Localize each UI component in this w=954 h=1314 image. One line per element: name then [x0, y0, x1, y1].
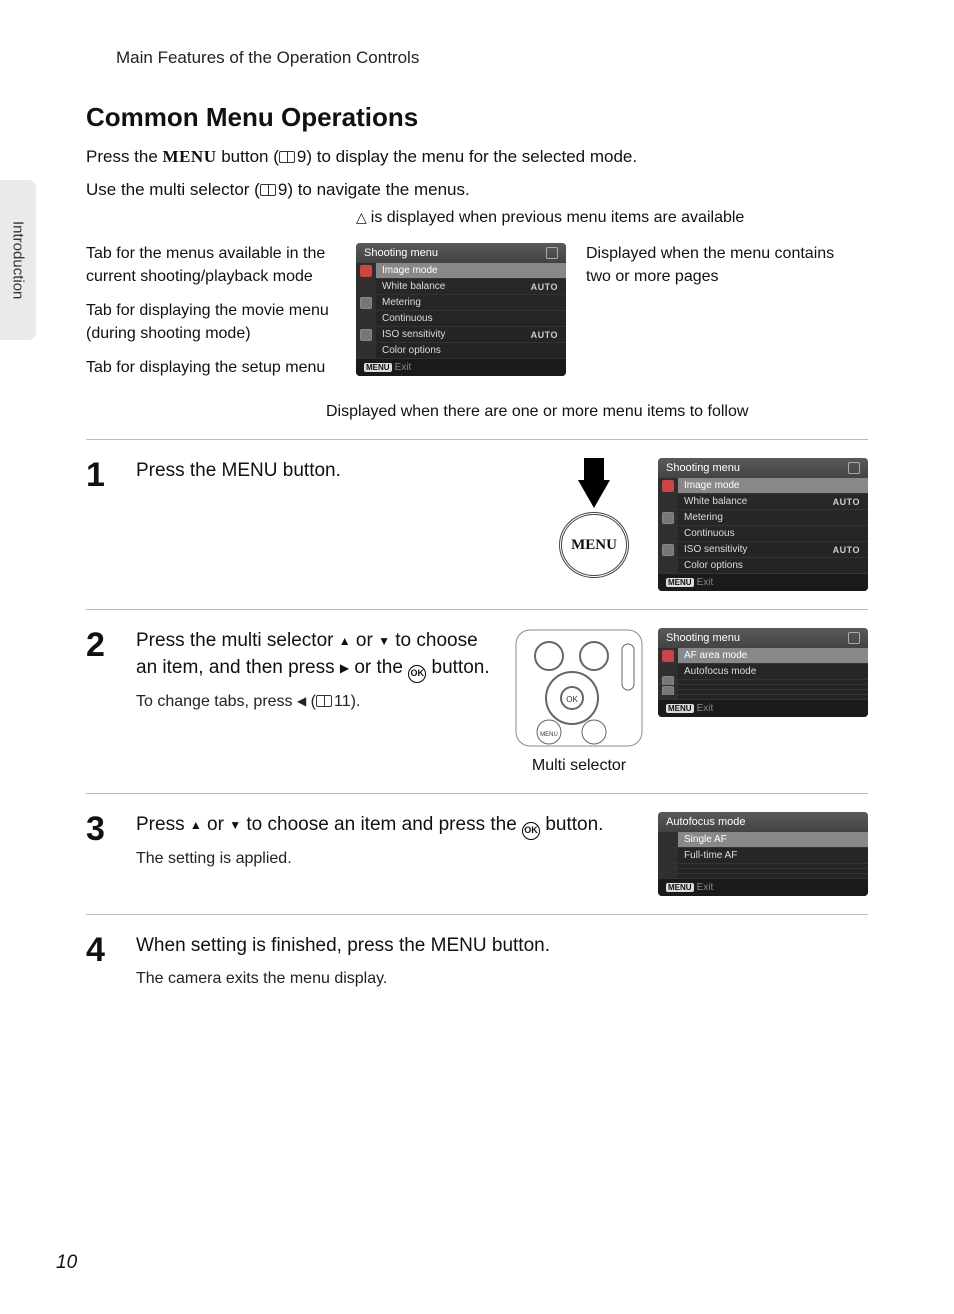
movie-tab-icon: [360, 297, 372, 309]
menu-row: Color options: [356, 343, 566, 359]
step-4: 4 When setting is finished, press the ME…: [86, 933, 868, 988]
multi-selector-graphic: OK MENU Multi selector: [514, 628, 644, 775]
step-3-sub: The setting is applied.: [136, 850, 642, 868]
svg-text:MENU: MENU: [540, 732, 558, 738]
camera-menu-step3: Autofocus mode Single AF Full-time AF ME…: [658, 812, 868, 896]
step-number: 4: [86, 933, 120, 988]
step-4-title: When setting is finished, press the MENU…: [136, 933, 868, 960]
up-triangle-icon: ▲: [339, 633, 351, 650]
divider: [86, 914, 868, 915]
camera-menu-diagram: Shooting menu Image mode White balanceAU…: [356, 243, 566, 376]
step-number: 1: [86, 458, 120, 591]
up-triangle-icon: ▲: [190, 817, 202, 834]
ok-button-icon: OK: [522, 822, 540, 840]
book-icon: [316, 695, 332, 707]
intro-line-1: Press the MENU button (9) to display the…: [86, 143, 898, 170]
pages-icon: [848, 462, 860, 474]
down-triangle-icon: ▼: [378, 633, 390, 650]
divider: [86, 609, 868, 610]
step-number: 3: [86, 812, 120, 896]
camera-menu-step1: Shooting menu Image mode White balanceAU…: [658, 458, 868, 591]
right-triangle-icon: ▶: [340, 660, 349, 677]
breadcrumb: Main Features of the Operation Controls: [116, 48, 898, 68]
menu-title: Shooting menu: [364, 247, 438, 259]
intro-line-2: Use the multi selector (9) to navigate t…: [86, 176, 898, 203]
step-4-sub: The camera exits the menu display.: [136, 970, 868, 988]
step-3: 3 Press ▲ or ▼ to choose an item and pre…: [86, 812, 868, 896]
pages-icon: [848, 632, 860, 644]
annotation-tab-shooting: Tab for the menus available in the curre…: [86, 243, 336, 288]
book-icon: [279, 151, 295, 163]
step-3-title: Press ▲ or ▼ to choose an item and press…: [136, 812, 642, 840]
svg-text:OK: OK: [566, 695, 578, 704]
page-number: 10: [56, 1252, 77, 1274]
step-number: 2: [86, 628, 120, 775]
annotation-tab-setup: Tab for displaying the setup menu: [86, 357, 336, 379]
step-1-title: Press the MENU button.: [136, 458, 528, 485]
pages-icon: [546, 247, 558, 259]
camera-tab-icon: [360, 265, 372, 277]
arrow-down-icon: [578, 480, 610, 508]
menu-button-ring: MENU: [559, 512, 629, 578]
camera-menu-step2: Shooting menu AF area mode Autofocus mod…: [658, 628, 868, 717]
side-tab-label: Introduction: [10, 221, 27, 299]
menu-row: Metering: [356, 295, 566, 311]
annotation-tab-movie: Tab for displaying the movie menu (durin…: [86, 300, 336, 345]
menu-row: White balanceAUTO: [356, 279, 566, 295]
left-triangle-icon: ◀: [297, 694, 306, 708]
menu-exit-row: MENUExit: [356, 359, 566, 376]
menu-row: Continuous: [356, 311, 566, 327]
menu-button-label: MENU: [163, 147, 217, 166]
menu-row: Image mode: [356, 263, 566, 279]
step-2: 2 Press the multi selector ▲ or ▼ to cho…: [86, 628, 868, 775]
step-1: 1 Press the MENU button. MENU Shooting m…: [86, 458, 868, 591]
section-title: Common Menu Operations: [86, 102, 898, 133]
multi-selector-icon: OK MENU: [514, 628, 644, 748]
down-triangle-icon: ▼: [229, 817, 241, 834]
press-menu-graphic: MENU: [544, 458, 644, 578]
step-2-sub: To change tabs, press ◀ (11).: [136, 693, 498, 711]
annotation-top: is displayed when previous menu items ar…: [356, 209, 898, 227]
setup-tab-icon: [360, 329, 372, 341]
annotation-bottom: Displayed when there are one or more men…: [326, 403, 898, 421]
side-tab-introduction: Introduction: [0, 180, 36, 340]
ok-button-icon: OK: [408, 665, 426, 683]
annotation-pages: Displayed when the menu contains two or …: [586, 243, 836, 288]
menu-row: ISO sensitivityAUTO: [356, 327, 566, 343]
multi-selector-label: Multi selector: [514, 757, 644, 775]
book-icon: [260, 184, 276, 196]
divider: [86, 439, 868, 440]
divider: [86, 793, 868, 794]
step-2-title: Press the multi selector ▲ or ▼ to choos…: [136, 628, 498, 683]
